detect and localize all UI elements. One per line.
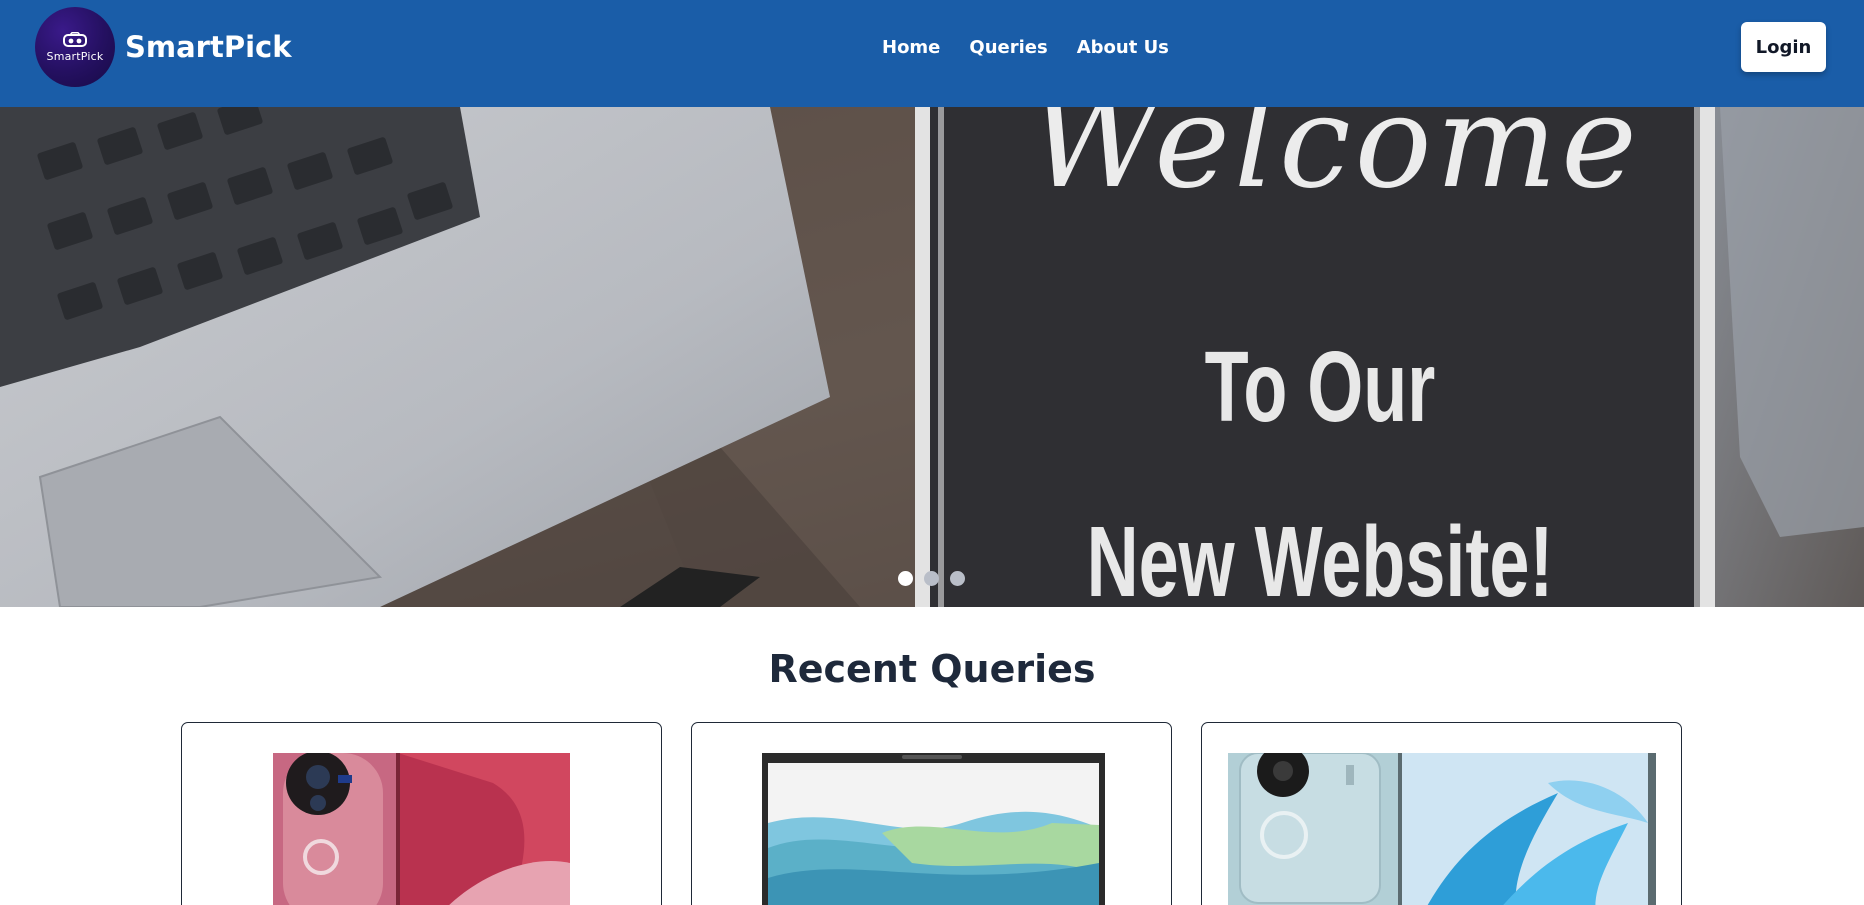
light-blue-smartphone-image	[1228, 753, 1656, 905]
vr-headset-icon	[63, 31, 87, 47]
nav-home-link[interactable]: Home	[882, 36, 940, 60]
query-card[interactable]	[1201, 722, 1682, 905]
recent-queries-title: Recent Queries	[768, 647, 1096, 691]
logo: SmartPick	[35, 7, 115, 87]
brand-link[interactable]: SmartPick SmartPick	[35, 7, 292, 87]
pink-smartphone-image	[273, 753, 570, 905]
laptop-image	[762, 753, 1105, 905]
hero-line-3: New Website!	[1086, 506, 1554, 607]
brand-name: SmartPick	[125, 30, 292, 64]
query-card[interactable]	[181, 722, 662, 905]
carousel-dot-2[interactable]	[924, 571, 939, 586]
nav-queries-link[interactable]: Queries	[969, 36, 1047, 60]
logo-text: SmartPick	[46, 49, 104, 63]
navbar: SmartPick SmartPick Home Queries About U…	[0, 0, 1864, 107]
hero-line-2: To Our	[1204, 331, 1436, 443]
carousel-dot-3[interactable]	[950, 571, 965, 586]
hero-welcome-text: Welcome	[1029, 107, 1641, 217]
carousel-indicators	[898, 571, 965, 586]
login-button[interactable]: Login	[1741, 22, 1826, 72]
nav-about-link[interactable]: About Us	[1077, 36, 1169, 60]
carousel-dot-1[interactable]	[898, 571, 913, 586]
query-card[interactable]	[691, 722, 1172, 905]
hero-carousel: Welcome To Our New Website!	[0, 107, 1864, 607]
main-nav: Home Queries About Us	[882, 36, 1169, 60]
